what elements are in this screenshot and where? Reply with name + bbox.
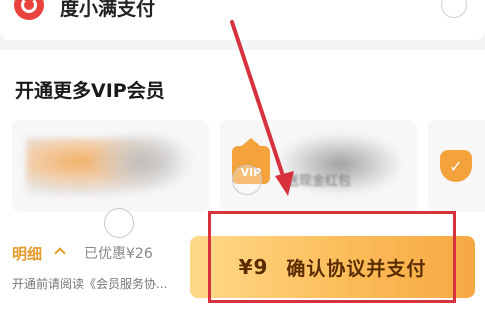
red-arrow-icon [230, 20, 294, 196]
